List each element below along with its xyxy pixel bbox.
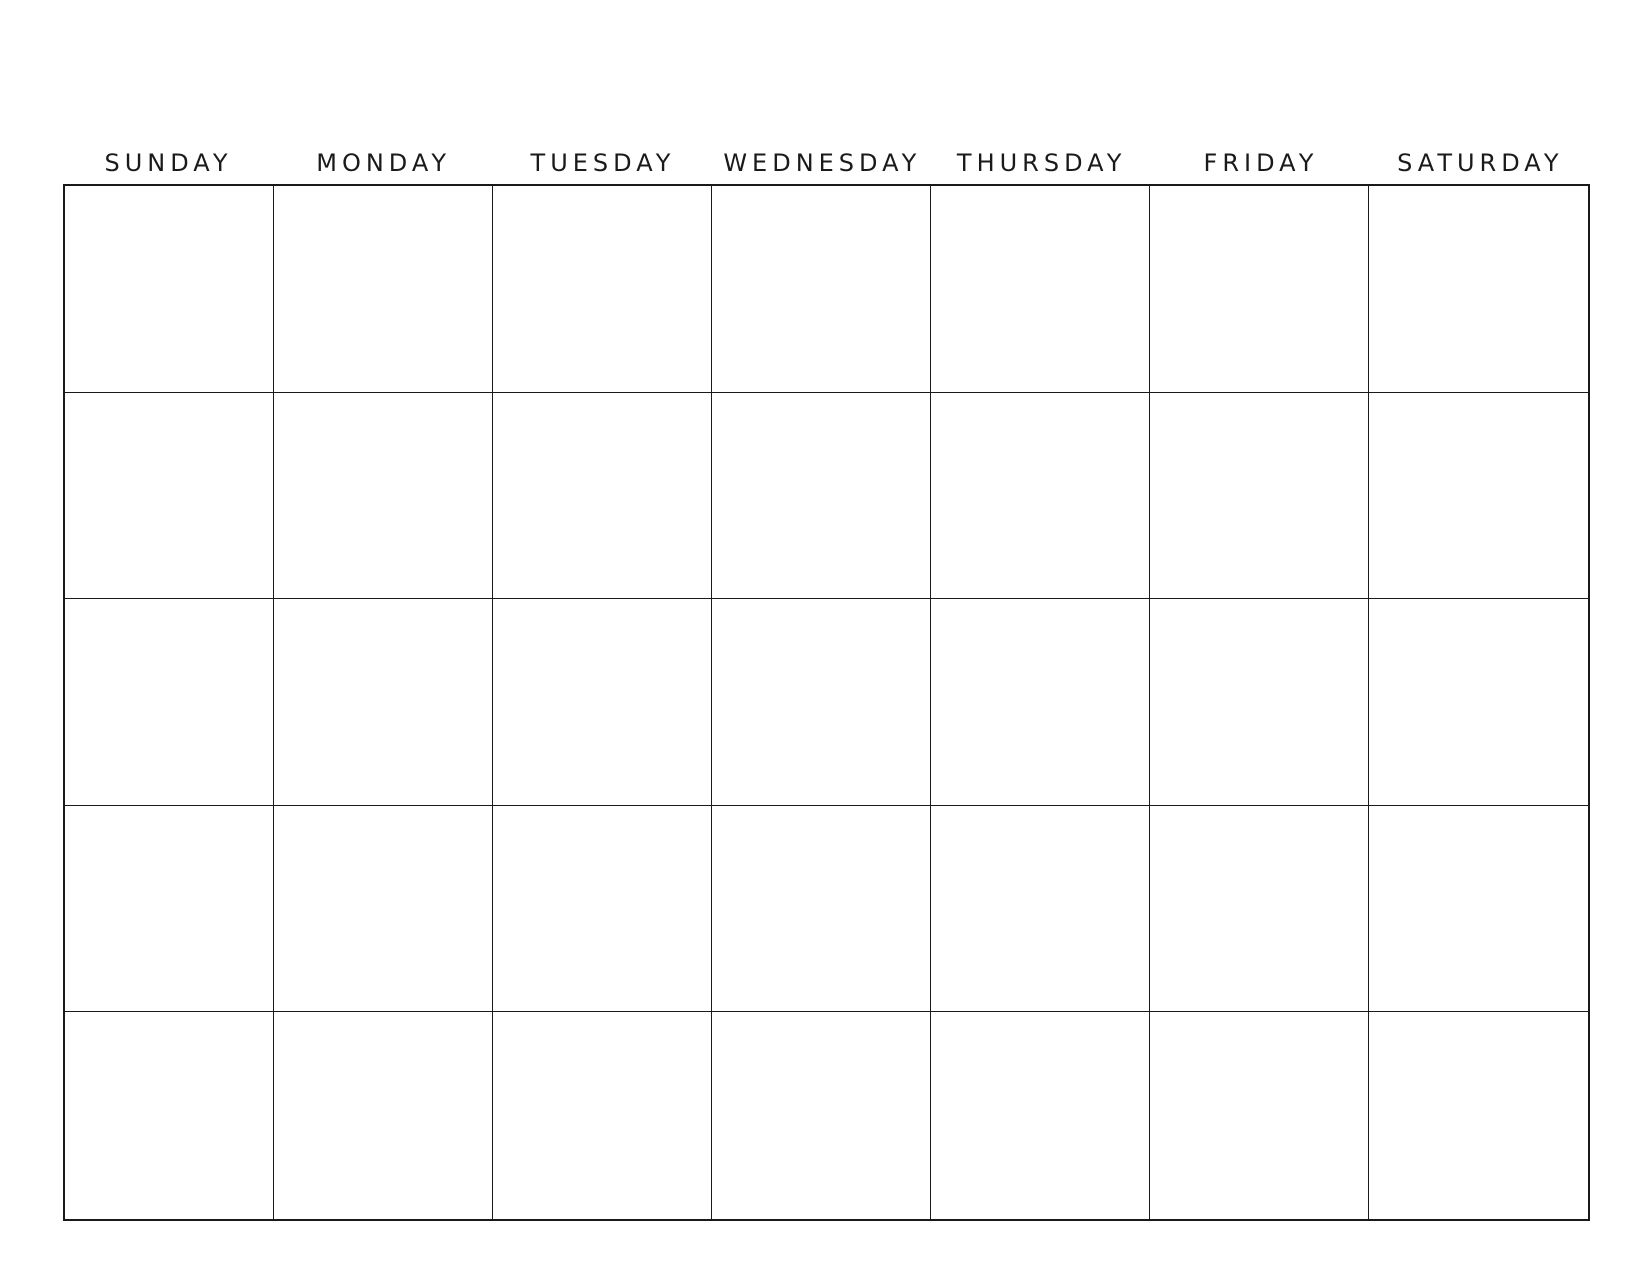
day-cell[interactable] — [274, 186, 493, 393]
day-cell[interactable] — [931, 392, 1150, 600]
day-cell[interactable] — [712, 1012, 931, 1219]
day-cell[interactable] — [931, 1012, 1150, 1219]
weekday-label-wednesday: WEDNESDAY — [723, 149, 922, 177]
day-cell[interactable] — [1150, 392, 1369, 600]
day-cell[interactable] — [1369, 393, 1588, 600]
day-cell[interactable] — [712, 599, 931, 806]
blank-monthly-calendar: SUNDAY MONDAY TUESDAY WEDNESDAY THURSDAY… — [0, 0, 1650, 1276]
weekday-label-saturday: SATURDAY — [1397, 149, 1564, 177]
day-cell[interactable] — [1150, 186, 1369, 393]
day-cell[interactable] — [1369, 599, 1588, 806]
day-cell[interactable] — [65, 1012, 274, 1219]
weekday-label-friday: FRIDAY — [1203, 149, 1319, 177]
day-cell[interactable] — [493, 392, 712, 600]
day-cell[interactable] — [493, 805, 712, 1013]
day-cell[interactable] — [1369, 186, 1588, 393]
weekday-label-tuesday: TUESDAY — [530, 149, 676, 177]
day-cell[interactable] — [712, 805, 931, 1013]
day-cell[interactable] — [493, 599, 712, 806]
day-cell[interactable] — [274, 805, 493, 1013]
day-cell[interactable] — [274, 1012, 493, 1219]
day-cell[interactable] — [1369, 1012, 1588, 1219]
day-cell[interactable] — [1369, 806, 1588, 1013]
weekday-label-thursday: THURSDAY — [956, 149, 1127, 177]
day-cell[interactable] — [1150, 599, 1369, 806]
day-cell[interactable] — [493, 186, 712, 393]
day-cell[interactable] — [931, 599, 1150, 806]
day-cell[interactable] — [1150, 805, 1369, 1013]
day-cell[interactable] — [493, 1012, 712, 1219]
calendar-grid — [63, 184, 1590, 1221]
weekday-label-monday: MONDAY — [316, 149, 452, 177]
day-cell[interactable] — [274, 599, 493, 806]
day-cell[interactable] — [65, 392, 274, 600]
day-cell[interactable] — [712, 392, 931, 600]
weekday-header-row: SUNDAY MONDAY TUESDAY WEDNESDAY THURSDAY… — [63, 138, 1590, 188]
day-cell[interactable] — [931, 186, 1150, 393]
day-cell[interactable] — [65, 599, 274, 806]
day-cell[interactable] — [65, 186, 274, 393]
day-cell[interactable] — [274, 392, 493, 600]
day-cell[interactable] — [931, 805, 1150, 1013]
day-cell[interactable] — [1150, 1012, 1369, 1219]
weekday-label-sunday: SUNDAY — [104, 149, 233, 177]
day-cell[interactable] — [712, 186, 931, 393]
day-cell[interactable] — [65, 805, 274, 1013]
